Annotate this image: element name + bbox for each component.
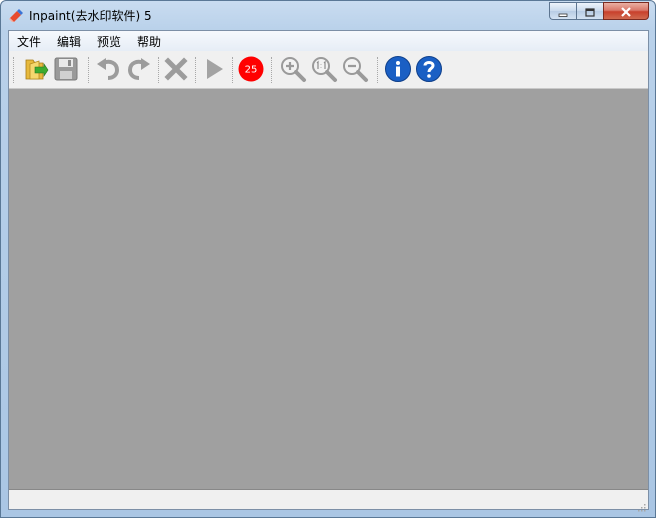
zoom-in-button[interactable] [279, 55, 307, 83]
zoom-out-button[interactable] [341, 55, 369, 83]
toolbar: 25 [9, 51, 648, 89]
menu-help[interactable]: 帮助 [137, 33, 161, 50]
minimize-button[interactable] [549, 2, 576, 20]
info-button[interactable] [384, 55, 412, 83]
menu-file[interactable]: 文件 [17, 33, 41, 50]
run-button[interactable] [200, 55, 228, 83]
undo-icon [94, 55, 122, 83]
close-icon [620, 2, 632, 21]
delete-button[interactable] [162, 55, 190, 83]
menu-preview[interactable]: 预览 [97, 33, 121, 50]
minimize-icon [558, 2, 568, 21]
toolbar-separator [271, 57, 273, 83]
menu-edit[interactable]: 编辑 [57, 33, 81, 50]
toolbar-separator [377, 57, 379, 83]
status-bar [9, 490, 648, 512]
toolbar-separator [195, 57, 197, 83]
open-button[interactable] [21, 55, 49, 83]
maximize-button[interactable] [576, 2, 603, 20]
image-canvas[interactable] [9, 89, 648, 490]
save-button[interactable] [52, 55, 80, 83]
redo-icon [125, 55, 153, 83]
resize-grip-icon[interactable] [636, 497, 646, 512]
redo-button[interactable] [125, 55, 153, 83]
restore-icon [585, 2, 595, 21]
help-icon [415, 55, 443, 83]
folder-open-icon [21, 55, 49, 83]
toolbar-separator [158, 57, 160, 83]
window-title: Inpaint(去水印软件) 5 [29, 9, 152, 23]
counter-badge[interactable]: 25 [237, 55, 265, 83]
menu-bar: 文件 编辑 预览 帮助 [9, 31, 648, 52]
close-button[interactable] [603, 2, 649, 20]
eraser-icon [8, 7, 24, 23]
undo-button[interactable] [94, 55, 122, 83]
zoom-actual-button[interactable] [310, 55, 338, 83]
toolbar-separator [232, 57, 234, 83]
client-area: 文件 编辑 预览 帮助 25 [8, 30, 649, 512]
caption-buttons [549, 2, 649, 21]
play-icon [200, 55, 228, 83]
app-window: Inpaint(去水印软件) 5 文件 编辑 预览 帮助 25 [0, 0, 656, 518]
counter-value: 25 [245, 65, 258, 76]
help-button[interactable] [415, 55, 443, 83]
title-bar[interactable]: Inpaint(去水印软件) 5 [1, 1, 655, 30]
save-disk-icon [52, 55, 80, 83]
zoom-1to1-icon [310, 55, 338, 83]
delete-x-icon [162, 55, 190, 83]
zoom-out-icon [341, 55, 369, 83]
zoom-in-icon [279, 55, 307, 83]
info-icon [384, 55, 412, 83]
toolbar-separator [88, 57, 90, 83]
toolbar-separator [13, 57, 15, 83]
